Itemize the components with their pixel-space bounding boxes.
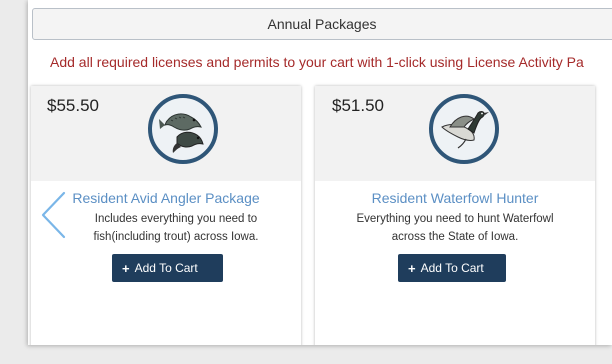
description-line: Everything you need to hunt Waterfowl [356,213,554,225]
section-title: Annual Packages [267,16,377,32]
package-title[interactable]: Resident Avid Angler Package [31,190,301,206]
description-line: Includes everything you need to [94,213,258,225]
instructions-text: Add all required licenses and permits to… [50,54,584,70]
duck-icon [429,94,499,164]
description-line: fish(including trout) across Iowa. [93,231,259,243]
package-description: Includes everything you need to fish(inc… [69,210,283,246]
package-price: $51.50 [332,96,384,115]
plus-icon: + [408,260,416,276]
add-to-cart-label: Add To Cart [420,261,484,275]
package-title[interactable]: Resident Waterfowl Hunter [315,190,595,206]
section-header: Annual Packages [32,8,612,40]
package-price: $55.50 [47,96,99,115]
packages-panel: Annual Packages Add all required license… [28,0,612,345]
add-to-cart-button[interactable]: + Add To Cart [398,254,506,282]
card-header: $51.50 [315,86,595,181]
add-to-cart-button[interactable]: + Add To Cart [112,254,223,282]
chevron-left-icon[interactable] [38,190,68,240]
package-card-angler: $55.50 Resident Avid Angler Package Incl… [31,86,301,345]
fish-icon [148,94,218,164]
add-to-cart-label: Add To Cart [134,261,198,275]
description-line: across the State of Iowa. [391,231,519,243]
card-header: $55.50 [31,86,301,181]
package-description: Everything you need to hunt Waterfowl ac… [337,210,573,246]
plus-icon: + [122,260,130,276]
package-card-waterfowl: $51.50 Resident Waterfowl Hunter Everyth… [315,86,595,345]
